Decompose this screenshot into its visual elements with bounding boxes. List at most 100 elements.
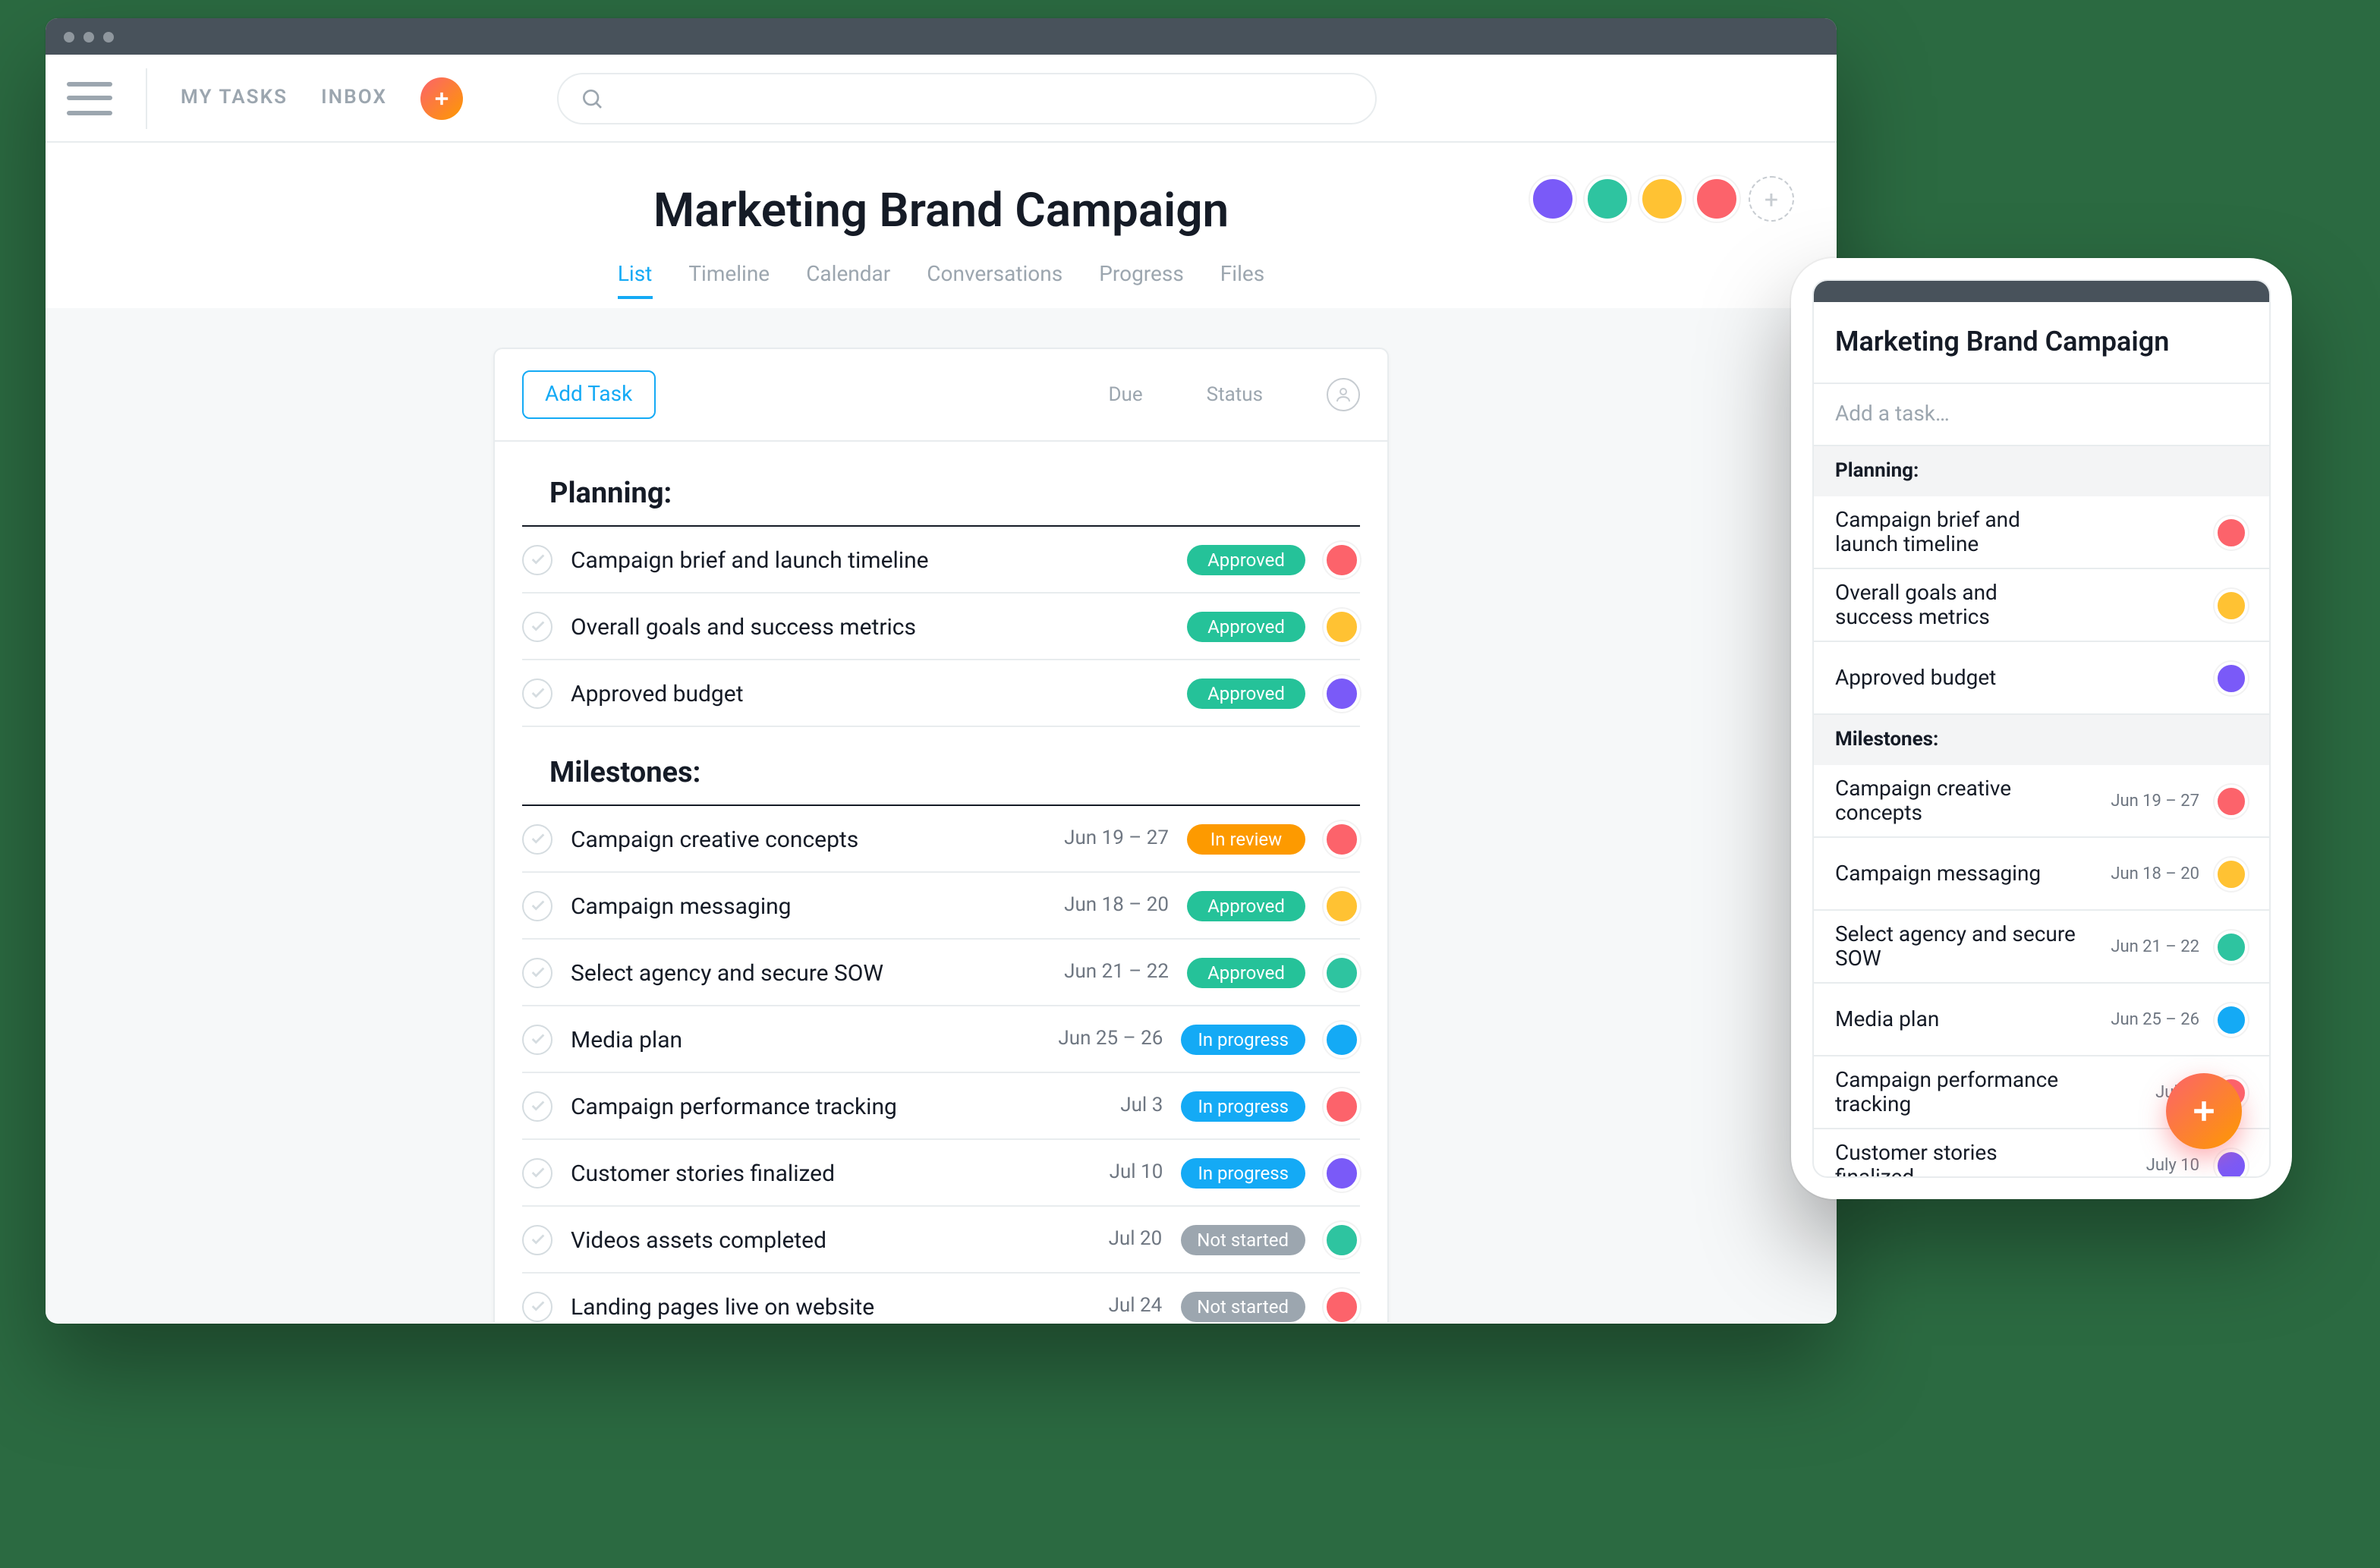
view-tabs: List Timeline Calendar Conversations Progres… [618,253,1264,299]
task-row[interactable]: Overall goals and success metrics Approve… [522,594,1360,660]
task-name: Campaign performance tracking [1835,1068,2078,1116]
tab-files[interactable]: Files [1220,253,1264,299]
task-due: Jun 18 – 20 [1023,894,1169,917]
task-row[interactable]: Campaign brief and launch timeline Approv… [522,527,1360,594]
task-name: Campaign brief and launch timeline [571,546,1005,573]
task-assignee-avatar[interactable] [1324,1221,1360,1258]
task-name: Campaign messaging [571,892,1005,919]
complete-checkbox[interactable] [522,678,552,708]
tab-conversations[interactable]: Conversations [927,253,1062,299]
tab-list[interactable]: List [618,253,653,299]
task-assignee-avatar[interactable] [2215,515,2248,549]
task-status-pill[interactable]: Approved [1187,957,1305,987]
task-assignee-avatar[interactable] [1324,675,1360,711]
task-assignee-avatar[interactable] [1324,1288,1360,1322]
nav-inbox[interactable]: INBOX [321,87,387,109]
complete-checkbox[interactable] [522,1024,552,1054]
task-due: Jun 25 – 26 [2093,1009,2199,1029]
task-assignee-avatar[interactable] [1324,1021,1360,1057]
complete-checkbox[interactable] [522,1291,552,1321]
task-status-pill[interactable]: In progress [1181,1157,1305,1188]
task-name: Videos assets completed [571,1226,998,1253]
task-row[interactable]: Approved budgetApproved [522,660,1360,727]
section-header[interactable]: Planning: [522,448,1360,527]
task-name: Campaign messaging [1835,861,2078,886]
mobile-task-row[interactable]: Media planJun 25 – 26 [1814,984,2269,1056]
task-assignee-avatar[interactable] [1324,1154,1360,1191]
task-status-pill[interactable]: Approved [1187,890,1305,921]
task-row[interactable]: Campaign messaging Jun 18 – 20 Approved [522,873,1360,940]
task-assignee-avatar[interactable] [1324,887,1360,924]
complete-checkbox[interactable] [522,1157,552,1188]
task-assignee-avatar[interactable] [2215,1003,2248,1036]
task-assignee-avatar[interactable] [1324,820,1360,857]
mobile-task-row[interactable]: Approved budget [1814,642,2269,715]
task-row[interactable]: Select agency and secure SOWJun 21 – 22A… [522,940,1360,1006]
task-row[interactable]: Videos assets completedJul 20Not started [522,1207,1360,1274]
tab-calendar[interactable]: Calendar [806,253,890,299]
complete-checkbox[interactable] [522,1091,552,1121]
mobile-task-row[interactable]: Select agency and secure SOWJun 21 – 22 [1814,911,2269,984]
task-status-pill[interactable]: Approved [1187,678,1305,708]
menu-icon[interactable] [67,81,112,115]
mobile-section-header[interactable]: Planning: [1814,446,2269,496]
task-assignee-avatar[interactable] [2215,661,2248,694]
complete-checkbox[interactable] [522,544,552,575]
task-row[interactable]: Landing pages live on websiteJul 24Not s… [522,1274,1360,1322]
nav-my-tasks[interactable]: MY TASKS [181,87,288,109]
task-status-pill[interactable]: Not started [1180,1291,1305,1321]
task-assignee-avatar[interactable] [2215,784,2248,817]
quick-add-button[interactable] [420,77,463,119]
project-members: + [1530,176,1794,222]
tab-timeline[interactable]: Timeline [688,253,770,299]
task-assignee-avatar[interactable] [2215,930,2248,963]
task-row[interactable]: Campaign creative conceptsJun 19 – 27In … [522,806,1360,873]
member-avatar[interactable] [1530,176,1576,222]
project-header: Marketing Brand Campaign ListTimelineCal… [46,143,1837,308]
mobile-device: Marketing Brand Campaign Add a task… Pla… [1791,258,2292,1199]
complete-checkbox[interactable] [522,823,552,854]
task-due: Jul 10 [1017,1161,1163,1184]
complete-checkbox[interactable] [522,957,552,987]
task-assignee-avatar[interactable] [2215,1148,2248,1176]
member-avatar[interactable] [1585,176,1630,222]
task-status-pill[interactable]: Not started [1180,1224,1305,1255]
mobile-task-row[interactable]: Campaign brief and launch timeline [1814,496,2269,569]
task-name: Customer stories finalized [571,1159,999,1186]
search-input[interactable] [557,72,1377,124]
member-avatar[interactable] [1639,176,1685,222]
add-task-button[interactable]: Add Task [522,370,655,419]
task-status-pill[interactable]: In progress [1181,1024,1305,1054]
task-assignee-avatar[interactable] [2215,857,2248,890]
task-list-card: Add Task Due Status Planning:Campaign br… [493,348,1389,1322]
task-status-pill[interactable]: Approved [1187,544,1305,575]
task-row[interactable]: Customer stories finalized Jul 10 In progr… [522,1140,1360,1207]
task-assignee-avatar[interactable] [1324,541,1360,578]
task-status-pill[interactable]: Approved [1187,611,1305,641]
tab-progress[interactable]: Progress [1099,253,1184,299]
mobile-section-header[interactable]: Milestones: [1814,715,2269,765]
member-avatar[interactable] [1694,176,1739,222]
complete-checkbox[interactable] [522,1224,552,1255]
task-row[interactable]: Media planJun 25 – 26In progress [522,1006,1360,1073]
mobile-add-task-input[interactable]: Add a task… [1814,384,2269,446]
task-list-header: Add Task Due Status [495,349,1387,442]
task-assignee-avatar[interactable] [1324,954,1360,990]
task-assignee-avatar[interactable] [2215,588,2248,622]
add-member-button[interactable]: + [1749,176,1794,222]
mobile-task-row[interactable]: Campaign messagingJun 18 – 20 [1814,838,2269,911]
task-name: Overall goals and success metrics [571,612,1005,640]
task-status-pill[interactable]: In progress [1181,1091,1305,1121]
mobile-fab-add-button[interactable] [2166,1073,2242,1149]
section-header[interactable]: Milestones: [522,727,1360,806]
mobile-task-row[interactable]: Overall goals and success metrics [1814,569,2269,642]
task-due: July 10 [2093,1155,2199,1175]
complete-checkbox[interactable] [522,611,552,641]
task-assignee-avatar[interactable] [1324,608,1360,644]
task-row[interactable]: Campaign performance trackingJul 3In pro… [522,1073,1360,1140]
complete-checkbox[interactable] [522,890,552,921]
task-name: Campaign creative concepts [571,825,1005,852]
task-status-pill[interactable]: In review [1187,823,1305,854]
task-assignee-avatar[interactable] [1324,1088,1360,1124]
mobile-task-row[interactable]: Campaign creative conceptsJun 19 – 27 [1814,765,2269,838]
